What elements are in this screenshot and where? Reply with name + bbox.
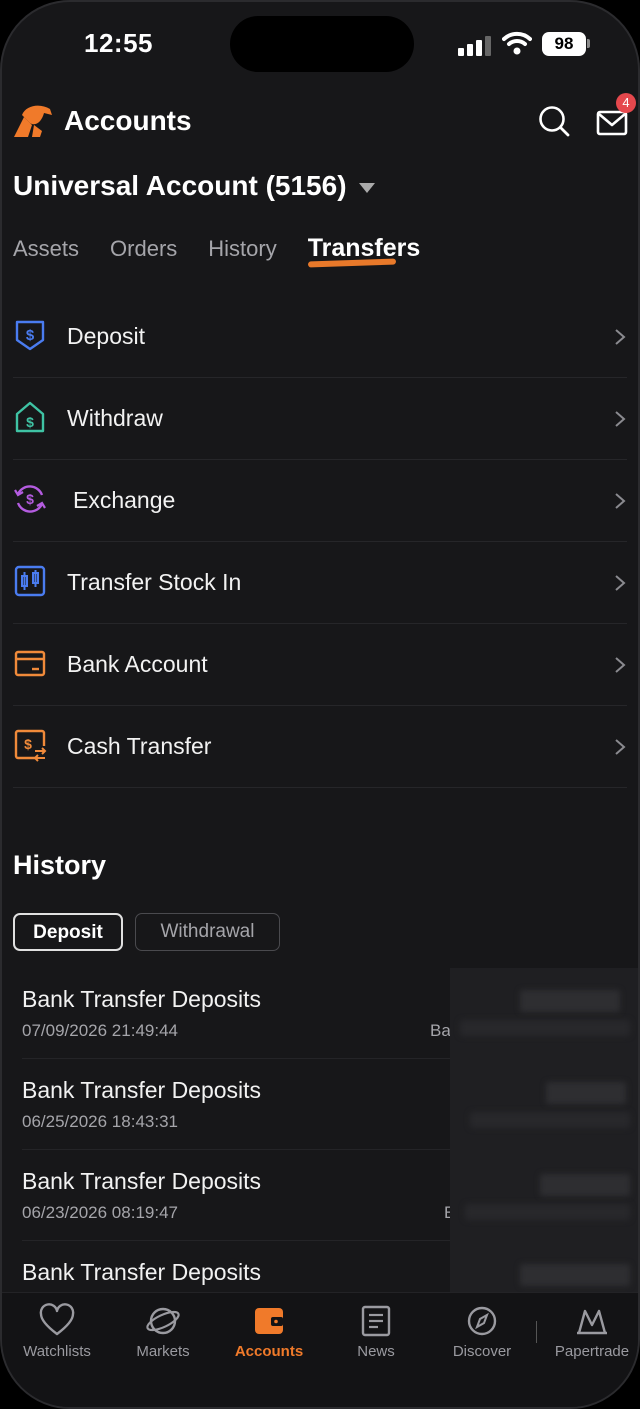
menu-label: Withdraw bbox=[67, 405, 163, 431]
svg-text:$: $ bbox=[24, 736, 32, 752]
filter-deposit[interactable]: Deposit bbox=[13, 913, 123, 951]
search-icon[interactable] bbox=[536, 103, 572, 139]
nav-label: Papertrade bbox=[554, 1343, 630, 1360]
tab-transfers[interactable]: Transfers bbox=[307, 234, 421, 274]
bank-card-icon bbox=[14, 650, 46, 677]
page-title: Accounts bbox=[64, 105, 192, 136]
wifi-icon bbox=[502, 31, 532, 55]
transaction-date: 07/09/2026 21:49:44 bbox=[22, 1021, 178, 1040]
transaction-list: Bank Transfer Deposits 07/09/2026 21:49:… bbox=[22, 968, 455, 1332]
menu-item-transfer-stock-in[interactable]: Transfer Stock In bbox=[13, 542, 627, 624]
account-tabs: Assets Orders History Transfers bbox=[13, 234, 451, 276]
transfer-stock-icon bbox=[14, 565, 46, 597]
nav-label: Markets bbox=[136, 1343, 190, 1360]
phone-screen: 12:55 98 Accounts 4 Universal Account (5… bbox=[0, 0, 640, 1409]
withdraw-icon: $ bbox=[15, 401, 45, 433]
deposit-icon: $ bbox=[15, 320, 45, 351]
tab-orders[interactable]: Orders bbox=[110, 236, 177, 276]
svg-text:$: $ bbox=[26, 491, 34, 507]
caret-down-icon bbox=[358, 182, 375, 193]
transaction-title: Bank Transfer Deposits bbox=[22, 986, 262, 1012]
nav-accounts[interactable]: Accounts bbox=[216, 1303, 322, 1360]
filter-withdrawal[interactable]: Withdrawal bbox=[135, 913, 280, 951]
menu-item-exchange[interactable]: $ Exchange bbox=[13, 460, 627, 542]
nav-discover[interactable]: Discover bbox=[429, 1303, 535, 1360]
chevron-right-icon bbox=[615, 411, 626, 427]
list-item[interactable]: Bank Transfer Deposits 06/25/2026 18:43:… bbox=[22, 1059, 452, 1150]
menu-item-bank-account[interactable]: Bank Account bbox=[13, 624, 627, 706]
papertrade-icon bbox=[577, 1309, 607, 1335]
tab-transfers-label: Transfers bbox=[307, 234, 421, 262]
news-icon bbox=[361, 1305, 391, 1337]
planet-icon bbox=[146, 1307, 180, 1335]
exchange-icon: $ bbox=[14, 485, 46, 513]
chevron-right-icon bbox=[615, 575, 626, 591]
transaction-date: 06/25/2026 18:43:31 bbox=[22, 1112, 178, 1131]
transaction-title: Bank Transfer Deposits bbox=[22, 1259, 262, 1285]
nav-news[interactable]: News bbox=[323, 1303, 429, 1360]
menu-item-deposit[interactable]: $ Deposit bbox=[13, 296, 627, 378]
account-selector[interactable]: Universal Account (5156) bbox=[13, 170, 375, 214]
chevron-right-icon bbox=[615, 657, 626, 673]
battery-tip bbox=[587, 39, 590, 48]
transaction-title: Bank Transfer Deposits bbox=[22, 1168, 262, 1194]
chevron-right-icon bbox=[615, 329, 626, 345]
menu-label: Cash Transfer bbox=[67, 733, 212, 759]
app-header: Accounts bbox=[2, 97, 638, 147]
menu-item-cash-transfer[interactable]: $ Cash Transfer bbox=[13, 706, 627, 788]
bull-logo-icon bbox=[14, 105, 52, 137]
status-bar: 12:55 98 bbox=[2, 2, 638, 82]
wallet-icon bbox=[255, 1308, 283, 1334]
nav-markets[interactable]: Markets bbox=[110, 1303, 216, 1360]
menu-item-withdraw[interactable]: $ Withdraw bbox=[13, 378, 627, 460]
status-time: 12:55 bbox=[84, 28, 153, 58]
chevron-right-icon bbox=[615, 493, 626, 509]
nav-label: Discover bbox=[452, 1343, 512, 1360]
svg-text:$: $ bbox=[26, 414, 34, 430]
nav-label: News bbox=[357, 1343, 395, 1360]
nav-watchlists[interactable]: Watchlists bbox=[4, 1303, 110, 1360]
nav-label: Watchlists bbox=[23, 1343, 91, 1360]
svg-text:$: $ bbox=[26, 327, 35, 344]
chevron-right-icon bbox=[615, 739, 626, 755]
account-name: Universal Account (5156) bbox=[13, 170, 347, 201]
cash-transfer-icon: $ bbox=[14, 729, 47, 762]
transaction-detail: Ba bbox=[430, 1021, 451, 1040]
signal-icon bbox=[458, 34, 492, 56]
list-item[interactable]: Bank Transfer Deposits 07/09/2026 21:49:… bbox=[22, 968, 452, 1059]
nav-papertrade[interactable]: Papertrade bbox=[539, 1303, 638, 1360]
battery-indicator: 98 bbox=[542, 32, 586, 56]
tab-history[interactable]: History bbox=[208, 236, 276, 276]
nav-divider bbox=[536, 1321, 537, 1343]
dynamic-island bbox=[230, 16, 414, 72]
compass-icon bbox=[467, 1306, 497, 1336]
menu-label: Transfer Stock In bbox=[67, 569, 242, 595]
transfer-menu: $ Deposit $ Withdraw $ Exchange Transfer… bbox=[13, 296, 627, 788]
history-heading: History bbox=[13, 850, 107, 880]
transaction-title: Bank Transfer Deposits bbox=[22, 1077, 262, 1103]
list-item[interactable]: Bank Transfer Deposits 06/23/2026 08:19:… bbox=[22, 1150, 455, 1241]
heart-icon bbox=[39, 1303, 75, 1336]
history-filter: Deposit Withdrawal bbox=[13, 913, 292, 951]
menu-label: Bank Account bbox=[67, 651, 208, 677]
menu-label: Exchange bbox=[73, 487, 176, 513]
tab-assets[interactable]: Assets bbox=[13, 236, 79, 276]
redacted-amounts bbox=[450, 968, 638, 1318]
nav-label: Accounts bbox=[234, 1343, 304, 1360]
mail-badge: 4 bbox=[616, 93, 636, 113]
menu-label: Deposit bbox=[67, 323, 145, 349]
bottom-tab-bar: Watchlists Markets Accounts News Discove… bbox=[2, 1292, 638, 1407]
transaction-date: 06/23/2026 08:19:47 bbox=[22, 1203, 178, 1222]
